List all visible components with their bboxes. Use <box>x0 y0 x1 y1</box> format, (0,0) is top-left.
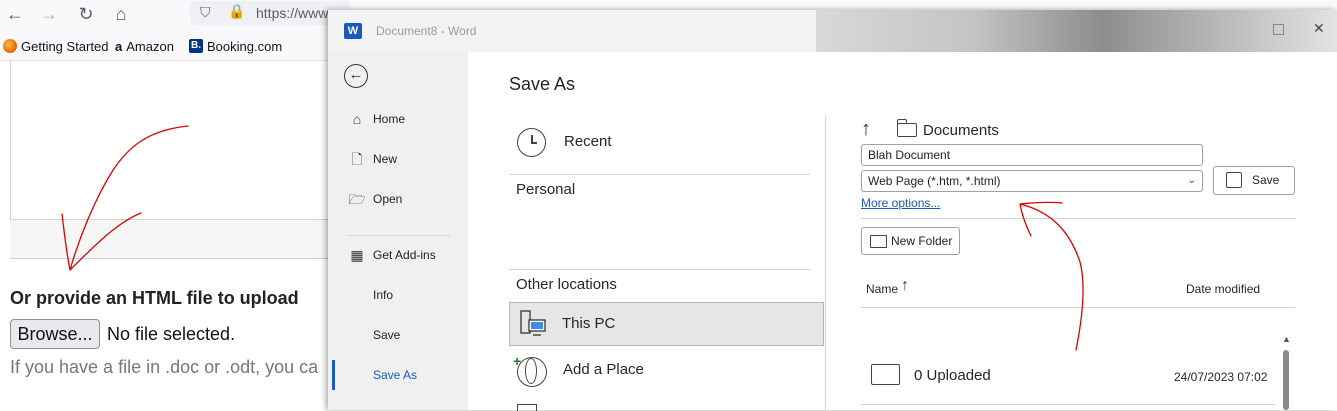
amazon-icon: a <box>115 38 123 54</box>
sidebar-item-label: New <box>373 152 398 166</box>
sort-up-icon: ↑ <box>901 277 909 294</box>
new-folder-button[interactable]: New Folder <box>861 227 960 255</box>
bookmark-label: Booking.com <box>207 38 283 54</box>
sidebar-item-label: Home <box>373 112 406 126</box>
background-window-strip <box>816 10 1337 52</box>
open-folder-icon: 🗁 <box>348 191 366 207</box>
reload-icon[interactable]: ↻ <box>75 3 97 25</box>
folder-icon <box>897 119 917 137</box>
folder-icon <box>870 235 887 248</box>
divider <box>861 307 1295 308</box>
more-options-link[interactable]: More options... <box>861 196 940 210</box>
scrollbar-thumb[interactable] <box>1283 350 1289 410</box>
sidebar-divider <box>346 235 450 236</box>
sidebar-item-save[interactable]: Save <box>328 321 468 349</box>
bookmark-getting-started[interactable]: Getting Started <box>3 36 108 56</box>
folder-icon <box>871 364 900 385</box>
forward-arrow-icon[interactable]: → <box>38 3 60 25</box>
sidebar-item-label: Save As <box>373 368 418 382</box>
close-icon[interactable]: ✕ <box>1313 20 1325 37</box>
save-button[interactable]: Save <box>1213 166 1295 195</box>
save-as-panel: Save As Recent Personal Other locations … <box>468 52 1337 411</box>
url-bar[interactable]: ⛉ 🔒 https://www <box>190 1 350 25</box>
firefox-icon <box>3 39 17 53</box>
back-arrow-icon[interactable]: ← <box>4 3 26 25</box>
sidebar-item-label: Get Add-ins <box>373 248 436 262</box>
computer-icon <box>520 310 546 336</box>
file-date: 24/07/2023 07:02 <box>1174 370 1268 384</box>
current-path[interactable]: Documents <box>923 122 999 139</box>
shield-icon[interactable]: ⛉ <box>200 4 211 21</box>
word-window: W Document8 - Word ✕ ← ⌂ Home 🗋 New 🗁 Op… <box>328 10 1337 411</box>
sidebar-item-home[interactable]: ⌂ Home <box>328 105 468 133</box>
globe-icon <box>517 357 547 387</box>
other-locations-header: Other locations <box>516 276 617 293</box>
clock-icon <box>517 128 546 157</box>
backstage-sidebar: ← ⌂ Home 🗋 New 🗁 Open ▦ Get Add-ins Info… <box>328 52 468 410</box>
divider <box>861 404 1275 405</box>
window-title: Document8 - Word <box>376 24 477 38</box>
bookmark-label: Getting Started <box>21 38 109 54</box>
sidebar-item-info[interactable]: Info <box>328 281 468 309</box>
booking-icon: B. <box>189 39 203 53</box>
up-arrow-icon[interactable]: ↑ <box>861 118 871 141</box>
location-add-place[interactable]: Add a Place <box>509 350 822 392</box>
sidebar-item-label: Save <box>373 328 401 342</box>
add-ins-icon: ▦ <box>350 247 364 263</box>
bookmark-label: Amazon <box>126 38 174 54</box>
word-logo-icon: W <box>344 23 362 39</box>
sidebar-item-new[interactable]: 🗋 New <box>328 145 468 173</box>
sidebar-item-save-as[interactable]: Save As <box>328 361 468 389</box>
sidebar-item-label: Info <box>373 288 394 302</box>
sidebar-item-get-add-ins[interactable]: ▦ Get Add-ins <box>328 241 468 269</box>
lock-icon: 🔒 <box>228 3 246 19</box>
restore-icon[interactable] <box>1273 24 1284 35</box>
location-label: This PC <box>562 315 616 332</box>
location-label: Recent <box>564 133 612 150</box>
scroll-up-icon[interactable]: ▲ <box>1282 334 1291 344</box>
no-file-text: No file selected. <box>107 324 236 344</box>
filetype-value: Web Page (*.htm, *.html) <box>868 174 1001 188</box>
sidebar-item-open[interactable]: 🗁 Open <box>328 185 468 213</box>
location-label: Add a Place <box>563 361 644 378</box>
plus-icon: + <box>513 353 522 369</box>
back-arrow-icon[interactable]: ← <box>344 64 368 88</box>
personal-header: Personal <box>516 181 576 198</box>
new-folder-label: New Folder <box>891 234 953 248</box>
bookmark-amazon[interactable]: a Amazon <box>115 36 174 56</box>
divider <box>509 174 810 175</box>
upload-heading: Or provide an HTML file to upload <box>10 288 299 308</box>
browse-button[interactable]: Browse... <box>10 319 100 349</box>
home-icon[interactable]: ⌂ <box>110 3 132 25</box>
doc-hint-text: If you have a file in .doc or .odt, you … <box>10 357 319 377</box>
url-text[interactable]: https://www <box>256 5 328 21</box>
page-title: Save As <box>509 74 576 94</box>
chevron-down-icon: ⌄ <box>1187 175 1196 186</box>
filetype-select[interactable]: Web Page (*.htm, *.html) ⌄ <box>861 170 1203 192</box>
new-document-icon: 🗋 <box>351 151 363 167</box>
location-recent[interactable]: Recent <box>509 120 822 162</box>
home-icon: ⌂ <box>352 111 362 127</box>
editor-footer <box>10 219 340 259</box>
column-divider <box>825 116 826 410</box>
bookmark-booking[interactable]: B. Booking.com <box>189 36 282 56</box>
sidebar-item-label: Open <box>373 192 403 206</box>
column-header-name[interactable]: Name <box>866 282 898 296</box>
divider <box>861 218 1295 219</box>
save-label: Save <box>1252 173 1280 187</box>
location-this-pc[interactable]: This PC <box>509 302 824 346</box>
column-header-date[interactable]: Date modified <box>1186 282 1260 296</box>
save-icon <box>1226 172 1242 188</box>
file-name: 0 Uploaded <box>914 367 991 384</box>
filename-input[interactable]: Blah Document <box>861 144 1203 166</box>
divider <box>509 269 810 270</box>
